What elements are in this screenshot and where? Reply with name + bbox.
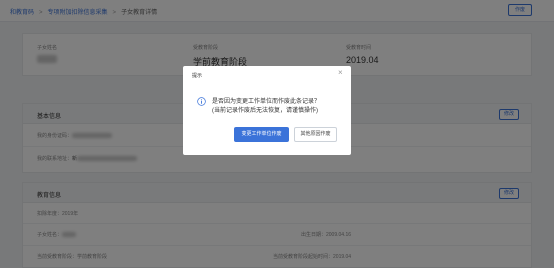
other-reason-void-button[interactable]: 其他原因作废 <box>294 127 337 142</box>
dialog-title: 提示 <box>192 73 203 79</box>
info-icon <box>197 97 206 106</box>
dialog-warning: (当前记录作废后无法恢复，请谨慎操作) <box>212 108 318 114</box>
change-employer-void-button[interactable]: 变更工作单位作废 <box>234 127 289 142</box>
confirm-dialog: 提示 × 是否因为变更工作单位而作废此条记录？ (当前记录作废后无法恢复，请谨慎… <box>183 66 351 155</box>
close-icon[interactable]: × <box>338 69 343 77</box>
dialog-message: 是否因为变更工作单位而作废此条记录？ <box>212 99 321 105</box>
